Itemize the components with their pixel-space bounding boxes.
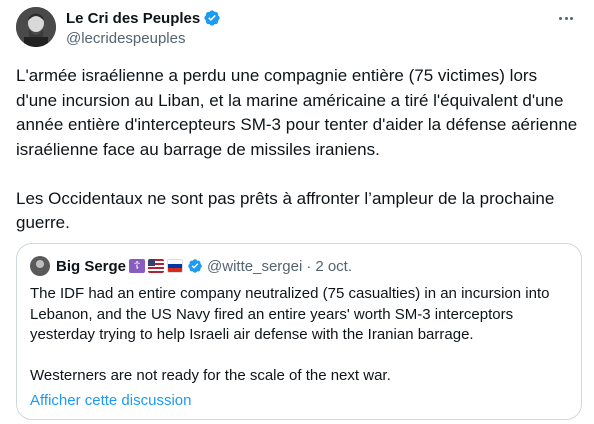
author-display-name[interactable]: Le Cri des Peuples [66, 10, 200, 27]
more-dots-icon[interactable] [554, 8, 578, 28]
orthodox-cross-icon: ☦ [129, 259, 146, 273]
separator-dot: · [306, 257, 312, 275]
author-avatar[interactable] [16, 7, 56, 47]
russia-flag-icon [167, 259, 184, 273]
verified-badge-icon [188, 259, 202, 273]
name-row: Le Cri des Peuples [66, 8, 578, 28]
tweet-header: Le Cri des Peuples @lecridespeuples [66, 8, 578, 48]
tweet-text: L'armée israélienne a perdu une compagni… [16, 66, 578, 232]
quoted-author-handle: @witte_sergei [207, 257, 303, 275]
us-flag-icon [148, 259, 165, 273]
quoted-tweet-text: The IDF had an entire company neutralize… [30, 285, 550, 384]
quoted-tweet-header: Big Serge ☦ @witte_sergei · 2 oct. [30, 256, 568, 276]
author-handle[interactable]: @lecridespeuples [66, 29, 578, 49]
quoted-author-avatar [30, 256, 50, 276]
verified-badge-icon [204, 10, 220, 26]
portrait-image [16, 7, 56, 47]
show-thread-link[interactable]: Afficher cette discussion [30, 391, 568, 411]
quoted-author-display-name: Big Serge [56, 257, 127, 275]
quoted-tweet-card[interactable]: Big Serge ☦ @witte_sergei · 2 oct. The I… [16, 243, 582, 420]
quoted-date: 2 oct. [315, 257, 352, 275]
